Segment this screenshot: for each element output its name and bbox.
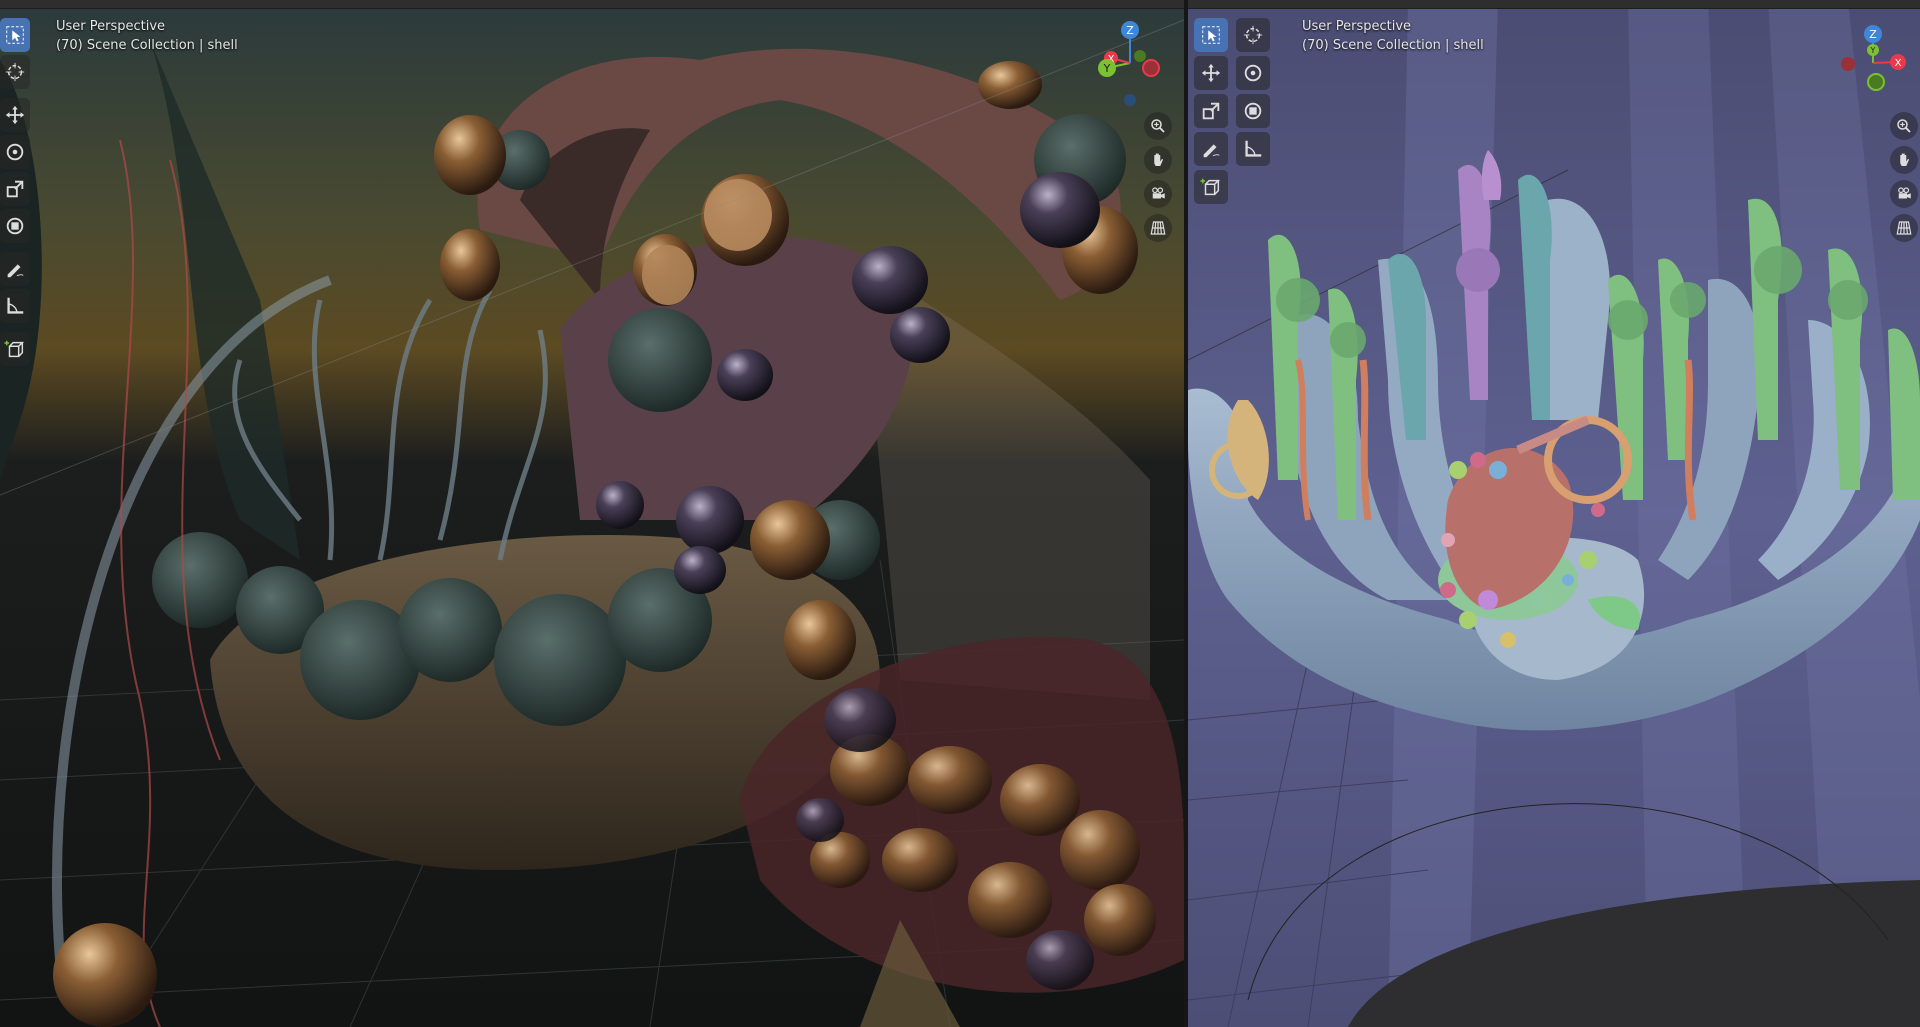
zoom-button[interactable] [1890, 112, 1918, 140]
navigation-gizmo[interactable]: Z Y X [1828, 18, 1918, 108]
annotate-tool[interactable] [1194, 132, 1228, 166]
select-box-tool[interactable] [1194, 18, 1228, 52]
camera-icon [1898, 187, 1911, 199]
transform-tool[interactable] [1236, 94, 1270, 128]
scale-tool[interactable] [1194, 94, 1228, 128]
top-header-bar [1188, 0, 1920, 9]
transform-icon [6, 217, 24, 235]
pencil-icon [1203, 144, 1220, 158]
gizmo-x-label: X [1895, 58, 1902, 69]
gizmo-z-label: Z [1869, 28, 1877, 41]
right-solid-scene [1188, 0, 1920, 1027]
cursor-arrow-icon [1202, 26, 1220, 44]
grid-icon [1896, 221, 1912, 235]
cursor-tool[interactable] [0, 55, 30, 89]
zoom-icon [1897, 119, 1911, 133]
hand-icon [1900, 153, 1909, 166]
navigation-buttons [1890, 112, 1918, 242]
measure-tool[interactable] [1236, 132, 1270, 166]
zoom-icon [1151, 119, 1165, 133]
move-arrows-icon [1201, 63, 1221, 83]
scale-icon [6, 180, 24, 198]
rotate-tool[interactable] [0, 135, 30, 169]
move-tool[interactable] [1194, 56, 1228, 90]
select-box-tool[interactable] [0, 18, 30, 52]
move-tool[interactable] [0, 98, 30, 132]
transform-tool[interactable] [0, 209, 30, 243]
viewport-info: User Perspective (70) Scene Collection |… [56, 17, 238, 55]
cube-add-icon [1200, 178, 1221, 196]
right-3d-viewport[interactable]: User Perspective (70) Scene Collection |… [1188, 0, 1920, 1027]
ortho-grid-button[interactable] [1890, 214, 1918, 242]
measure-tool[interactable] [0, 289, 30, 323]
ruler-icon [7, 297, 24, 314]
add-cube-tool[interactable] [0, 332, 30, 366]
collection-info: (70) Scene Collection | shell [1302, 38, 1484, 53]
grid-icon [1150, 221, 1166, 235]
pan-button[interactable] [1144, 146, 1172, 174]
cursor-arrow-icon [6, 26, 24, 44]
scale-tool[interactable] [0, 172, 30, 206]
annotate-tool[interactable] [0, 252, 30, 286]
view-name: User Perspective [1302, 19, 1412, 34]
pencil-icon [7, 264, 24, 278]
crosshair-icon [1243, 25, 1263, 45]
camera-icon [1152, 187, 1165, 199]
left-render-scene [0, 0, 1184, 1027]
gizmo-y-label: Y [1870, 46, 1876, 55]
gizmo-y-label: Y [1103, 62, 1111, 75]
hand-icon [1154, 153, 1163, 166]
crosshair-icon [5, 62, 25, 82]
tool-shelf [1194, 18, 1274, 204]
navigation-buttons [1144, 112, 1172, 242]
viewport-info: User Perspective (70) Scene Collection |… [1302, 17, 1484, 55]
camera-view-button[interactable] [1144, 180, 1172, 208]
zoom-button[interactable] [1144, 112, 1172, 140]
ruler-icon [1245, 140, 1262, 157]
navigation-gizmo[interactable]: Z X Y [1085, 18, 1175, 108]
rotate-icon [1244, 64, 1262, 82]
add-cube-tool[interactable] [1194, 170, 1228, 204]
left-3d-viewport[interactable]: User Perspective (70) Scene Collection |… [0, 0, 1184, 1027]
collection-info: (70) Scene Collection | shell [56, 38, 238, 53]
transform-icon [1244, 102, 1262, 120]
rotate-icon [6, 143, 24, 161]
top-header-bar [0, 0, 1184, 9]
move-arrows-icon [5, 105, 25, 125]
cursor-tool[interactable] [1236, 18, 1270, 52]
camera-view-button[interactable] [1890, 180, 1918, 208]
tool-shelf [0, 18, 30, 369]
view-name: User Perspective [56, 19, 166, 34]
pan-button[interactable] [1890, 146, 1918, 174]
cube-add-icon [4, 340, 25, 358]
scale-icon [1202, 102, 1220, 120]
ortho-grid-button[interactable] [1144, 214, 1172, 242]
rotate-tool[interactable] [1236, 56, 1270, 90]
gizmo-z-label: Z [1126, 24, 1134, 37]
